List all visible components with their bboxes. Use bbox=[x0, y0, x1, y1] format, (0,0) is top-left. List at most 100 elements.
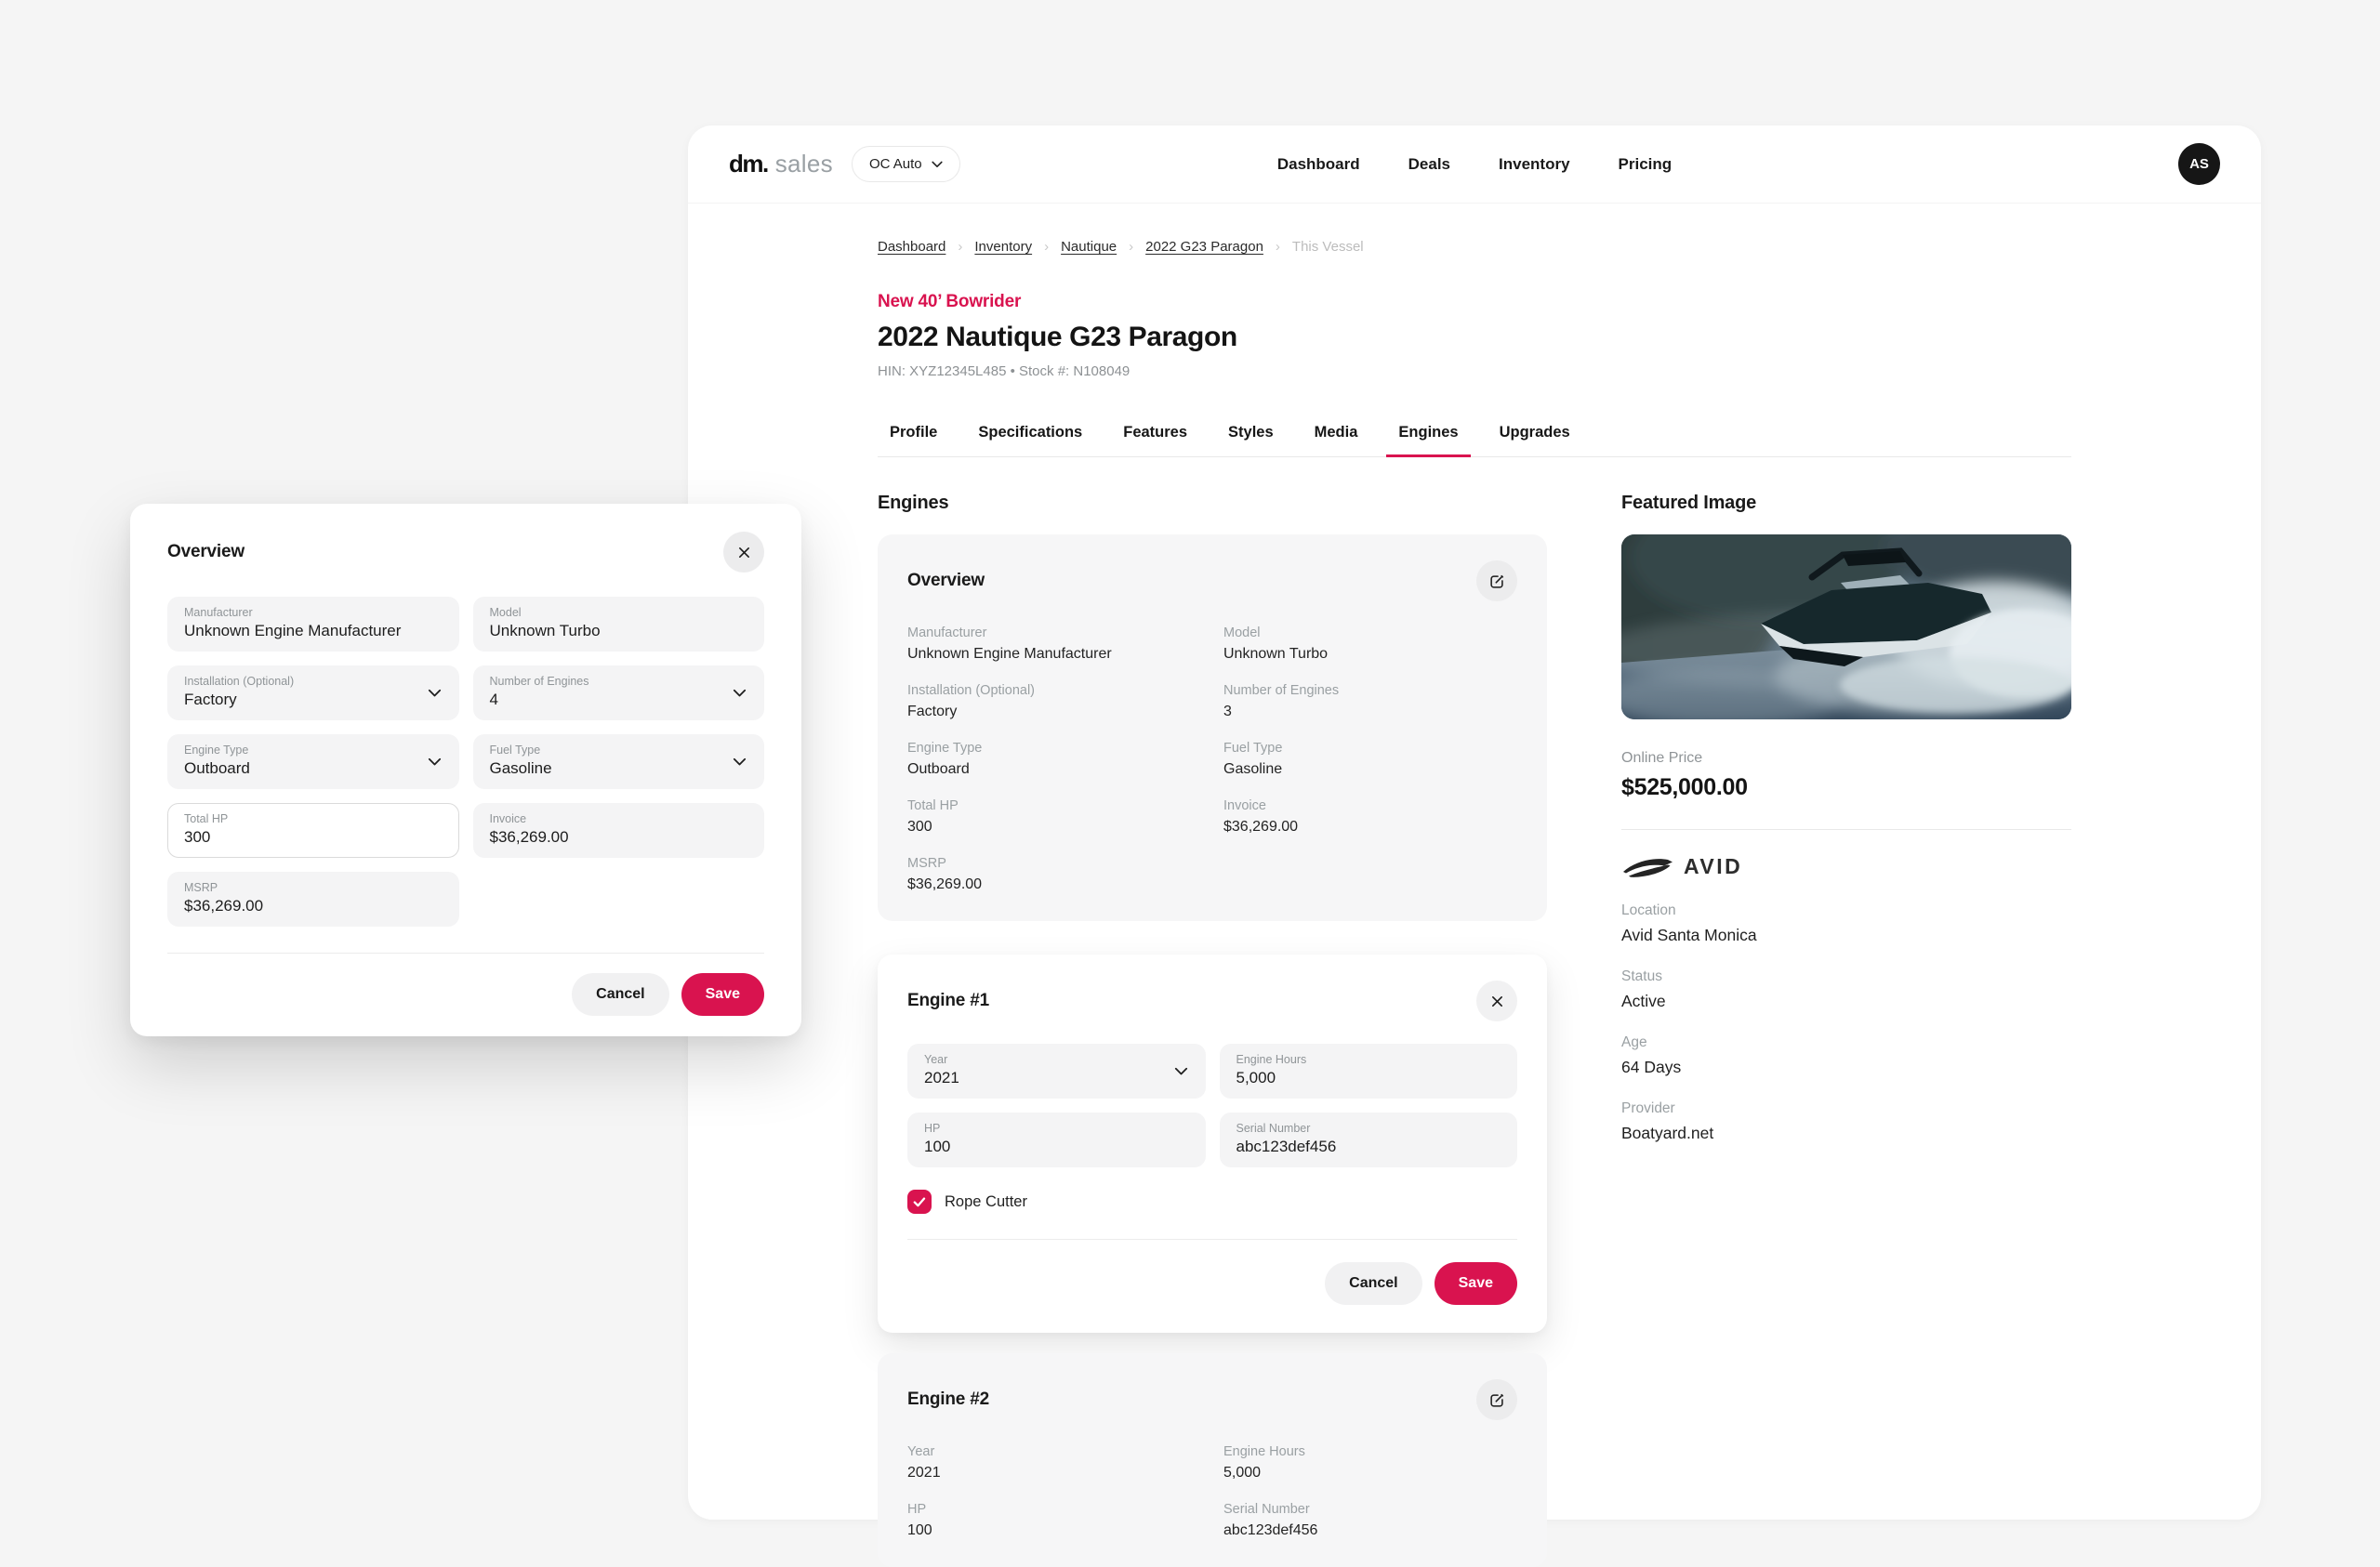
page-title: 2022 Nautique G23 Paragon bbox=[878, 322, 1237, 352]
divider bbox=[907, 1239, 1517, 1240]
engine-1-engine-hours-input[interactable]: Engine Hours 5,000 bbox=[1219, 1044, 1517, 1099]
breadcrumb-dashboard[interactable]: Dashboard bbox=[878, 239, 945, 255]
engine-1-serial-number-input[interactable]: Serial Number abc123def456 bbox=[1219, 1113, 1517, 1167]
rope-cutter-label: Rope Cutter bbox=[945, 1192, 1027, 1210]
edit-engine-2-button[interactable] bbox=[1476, 1379, 1517, 1420]
brand-name: AVID bbox=[1684, 854, 1743, 878]
overview-field-fuel-type: Fuel Type Gasoline bbox=[1223, 741, 1283, 777]
close-icon bbox=[1491, 995, 1502, 1007]
modal-invoice-input[interactable]: Invoice $36,269.00 bbox=[472, 803, 764, 858]
edit-icon bbox=[1489, 1393, 1503, 1407]
app-logo[interactable]: dm. sales bbox=[729, 150, 833, 178]
boat-photo-illustration bbox=[1621, 534, 2071, 719]
overview-field-invoice: Invoice $36,269.00 bbox=[1223, 798, 1299, 835]
tab-features[interactable]: Features bbox=[1111, 424, 1199, 456]
overview-field-manufacturer: Manufacturer Unknown Engine Manufacturer bbox=[907, 625, 1112, 662]
engine-1-year-select[interactable]: Year 2021 bbox=[907, 1044, 1206, 1099]
divider bbox=[1621, 829, 2071, 830]
engine-2-field-year: Year 2021 bbox=[907, 1444, 941, 1481]
rope-cutter-checkbox[interactable] bbox=[907, 1190, 932, 1214]
logo-wordmark-bold: dm. bbox=[729, 150, 769, 178]
vessel-tabs: Profile Specifications Features Styles M… bbox=[878, 424, 2071, 457]
engine-2-card: Engine #2 Year 2021 Engine Hours 5,000 H… bbox=[878, 1353, 1547, 1567]
online-price-value: $525,000.00 bbox=[1621, 774, 1748, 800]
engine-2-field-engine-hours: Engine Hours 5,000 bbox=[1223, 1444, 1305, 1481]
chevron-down-icon bbox=[1174, 1067, 1187, 1074]
chevron-down-icon bbox=[733, 689, 747, 696]
engine-1-save-button[interactable]: Save bbox=[1434, 1262, 1517, 1305]
modal-title: Overview bbox=[167, 542, 245, 561]
modal-cancel-button[interactable]: Cancel bbox=[572, 973, 669, 1016]
app-window: dm. sales OC Auto Dashboard Deals Invent… bbox=[688, 125, 2261, 1567]
modal-msrp-input[interactable]: MSRP $36,269.00 bbox=[167, 872, 459, 927]
top-nav: Dashboard Deals Inventory Pricing bbox=[1277, 155, 1672, 174]
overview-field-installation: Installation (Optional) Factory bbox=[907, 683, 1036, 719]
modal-fuel-type-select[interactable]: Fuel Type Gasoline bbox=[472, 734, 764, 789]
breadcrumb-inventory[interactable]: Inventory bbox=[974, 239, 1032, 255]
engine-1-card: Engine #1 Year 2021 Engine Hours 5,000 H… bbox=[878, 955, 1547, 1333]
overview-field-total-hp: Total HP 300 bbox=[907, 798, 959, 835]
breadcrumb-separator: › bbox=[1129, 239, 1134, 255]
check-icon bbox=[913, 1196, 926, 1206]
chevron-down-icon bbox=[733, 757, 747, 765]
sidebar-field-provider: Provider Boatyard.net bbox=[1621, 1100, 1714, 1142]
nav-dashboard[interactable]: Dashboard bbox=[1277, 155, 1360, 174]
nav-deals[interactable]: Deals bbox=[1408, 155, 1450, 174]
breadcrumb-nautique[interactable]: Nautique bbox=[1061, 239, 1117, 255]
sidebar-field-location: Location Avid Santa Monica bbox=[1621, 902, 1757, 944]
close-engine-1-button[interactable] bbox=[1476, 981, 1517, 1021]
engines-heading: Engines bbox=[878, 493, 949, 513]
modal-installation-select[interactable]: Installation (Optional) Factory bbox=[167, 665, 459, 720]
engines-overview-card: Overview Manufacturer Unknown Engine Man… bbox=[878, 534, 1547, 921]
featured-image-heading: Featured Image bbox=[1621, 493, 1757, 513]
tab-media[interactable]: Media bbox=[1302, 424, 1370, 456]
divider bbox=[167, 953, 764, 954]
tab-styles[interactable]: Styles bbox=[1216, 424, 1286, 456]
online-price-label: Online Price bbox=[1621, 750, 1703, 766]
modal-number-of-engines-select[interactable]: Number of Engines 4 bbox=[472, 665, 764, 720]
engine-2-field-serial-number: Serial Number abc123def456 bbox=[1223, 1502, 1318, 1538]
overview-edit-modal: Overview Manufacturer Unknown Engine Man… bbox=[130, 504, 801, 1036]
engine-2-field-hp: HP 100 bbox=[907, 1502, 932, 1538]
breadcrumb-2022-g23-paragon[interactable]: 2022 G23 Paragon bbox=[1145, 239, 1263, 255]
org-switcher[interactable]: OC Auto bbox=[851, 146, 960, 182]
modal-engine-type-select[interactable]: Engine Type Outboard bbox=[167, 734, 459, 789]
vessel-meta: HIN: XYZ12345L485 • Stock #: N108049 bbox=[878, 363, 1130, 379]
page-content: Dashboard › Inventory › Nautique › 2022 … bbox=[878, 204, 2071, 1567]
overview-field-number-of-engines: Number of Engines 3 bbox=[1223, 683, 1340, 719]
engine-1-hp-input[interactable]: HP 100 bbox=[907, 1113, 1206, 1167]
avatar[interactable]: AS bbox=[2178, 143, 2220, 185]
tab-profile[interactable]: Profile bbox=[878, 424, 949, 456]
chevron-down-icon bbox=[428, 689, 441, 696]
overview-card-title: Overview bbox=[907, 571, 985, 590]
engine-1-title: Engine #1 bbox=[907, 991, 989, 1010]
overview-field-msrp: MSRP $36,269.00 bbox=[907, 856, 983, 892]
breadcrumb-separator: › bbox=[958, 239, 963, 255]
breadcrumb-current: This Vessel bbox=[1291, 239, 1364, 255]
vessel-sidebar: Featured Image Online Price $525,000.00 … bbox=[1621, 493, 2071, 1567]
modal-total-hp-input[interactable]: Total HP 300 bbox=[167, 803, 459, 858]
engine-1-cancel-button[interactable]: Cancel bbox=[1325, 1262, 1422, 1305]
avid-boat-icon bbox=[1623, 859, 1673, 877]
nav-inventory[interactable]: Inventory bbox=[1499, 155, 1570, 174]
close-modal-button[interactable] bbox=[723, 532, 764, 573]
modal-save-button[interactable]: Save bbox=[681, 973, 764, 1016]
org-switcher-label: OC Auto bbox=[868, 156, 922, 172]
featured-image bbox=[1621, 534, 2071, 719]
breadcrumb: Dashboard › Inventory › Nautique › 2022 … bbox=[878, 239, 2071, 255]
sidebar-field-status: Status Active bbox=[1621, 968, 2071, 1011]
vessel-condition-tag: New 40’ Bowrider bbox=[878, 292, 1022, 311]
provider-brand: AVID bbox=[1621, 854, 2071, 879]
breadcrumb-separator: › bbox=[1275, 239, 1280, 255]
edit-icon bbox=[1489, 574, 1503, 588]
modal-model-input[interactable]: Model Unknown Turbo bbox=[472, 597, 764, 652]
nav-pricing[interactable]: Pricing bbox=[1619, 155, 1673, 174]
chevron-down-icon bbox=[428, 757, 441, 765]
chevron-down-icon bbox=[932, 161, 943, 167]
tab-engines[interactable]: Engines bbox=[1386, 424, 1471, 457]
modal-manufacturer-input[interactable]: Manufacturer Unknown Engine Manufacturer bbox=[167, 597, 459, 652]
status-badge: Active bbox=[1621, 992, 1666, 1010]
edit-overview-button[interactable] bbox=[1476, 560, 1517, 601]
tab-upgrades[interactable]: Upgrades bbox=[1488, 424, 1582, 456]
tab-specifications[interactable]: Specifications bbox=[966, 424, 1094, 456]
